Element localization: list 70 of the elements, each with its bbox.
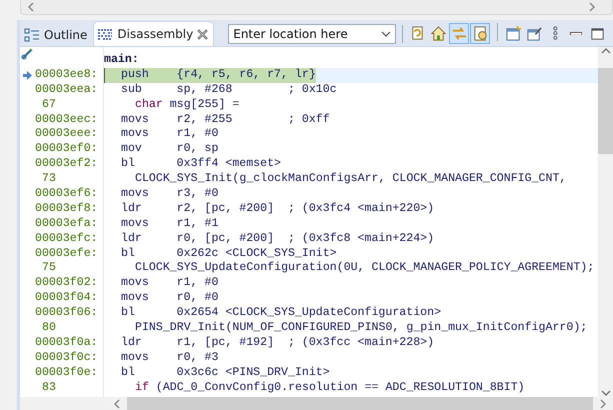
link-icon xyxy=(21,48,33,60)
tab[interactable]: Outline xyxy=(20,22,94,46)
scroll-left-icon[interactable] xyxy=(27,2,35,12)
line-number: 67 xyxy=(41,98,57,113)
outline-icon xyxy=(24,26,40,42)
caret-icon xyxy=(381,31,392,37)
instruction: mov r0, sp xyxy=(120,142,218,158)
scroll-right-icon[interactable] xyxy=(599,398,607,408)
instruction: bl 0x3ff4 <memset> xyxy=(120,157,282,172)
instruction: movs r3, #0 xyxy=(120,187,218,202)
instruction: movs r2, #255 ; 0xff xyxy=(120,112,330,128)
source-line: CLOCK_SYS_UpdateConfiguration(0U, CLOCK_MANAGER_POLICY_AGREEMENT); xyxy=(134,261,594,274)
window-icon xyxy=(504,25,522,42)
instruction: movs r0, #0 xyxy=(120,291,218,306)
scroll-left-icon[interactable] xyxy=(113,398,121,408)
instruction: movs r1, #1 xyxy=(120,216,218,232)
tab[interactable]: Disassembly xyxy=(93,21,214,46)
instruction: bl 0x3c6c <PINS_DRV_Init> xyxy=(120,366,330,381)
arrows-icon xyxy=(450,25,468,42)
address: 00003efc: xyxy=(34,232,99,247)
scroll-thumb[interactable] xyxy=(598,68,613,154)
instruction: movs r0, #3 xyxy=(120,350,218,366)
scroll-bar[interactable] xyxy=(20,0,613,15)
instruction: push {r4, r5, r6, r7, lr} xyxy=(104,68,316,83)
scroll-up-icon[interactable] xyxy=(600,47,610,55)
instruction: movs r1, #0 xyxy=(120,276,218,292)
home-icon xyxy=(430,25,447,42)
instruction: bl 0x262c <CLOCK_SYS_Init> xyxy=(120,246,337,262)
vertical-scroll-bar[interactable] xyxy=(598,47,613,397)
scroll-down-icon[interactable] xyxy=(600,389,610,397)
line-number: 75 xyxy=(41,261,57,276)
document-icon xyxy=(472,25,489,42)
address: 00003eea: xyxy=(34,82,99,98)
line-number: 73 xyxy=(41,172,57,188)
function-label: main: xyxy=(104,53,139,66)
source-line: if (ADC_0_ConvConfig0.resolution == ADC_RESOLUTION_8BIT) xyxy=(134,380,525,394)
address: 00003f0c: xyxy=(34,350,99,366)
pin-window-icon xyxy=(526,25,543,42)
source-line: char msg[255] = xyxy=(134,98,240,111)
address: 00003eee: xyxy=(34,127,99,142)
address: 00003f0a: xyxy=(34,336,99,351)
address: 00003ef8: xyxy=(34,202,99,217)
location-combo[interactable]: Enter location here xyxy=(228,24,396,44)
scroll-right-icon[interactable] xyxy=(588,2,596,12)
line-number: 83 xyxy=(41,380,57,396)
address: 00003efe: xyxy=(34,246,99,262)
address: 00003ee8: xyxy=(34,68,99,83)
source-line: PINS_DRV_Init(NUM_OF_CONFIGURED_PINS0, g_pin_mux_InitConfigArr0); xyxy=(134,321,588,334)
address: 00003f02: xyxy=(34,276,99,292)
address: 00003ef0: xyxy=(34,142,99,158)
instruction: movs r1, #0 xyxy=(120,127,218,142)
address: 00003f0e: xyxy=(34,366,99,381)
address: 00003f06: xyxy=(34,306,99,322)
address: 00003eec: xyxy=(34,112,99,128)
minimize-icon xyxy=(570,32,582,36)
address: 00003ef2: xyxy=(34,157,99,172)
toolbar-button[interactable] xyxy=(470,23,490,44)
address: 00003efa: xyxy=(34,216,99,232)
disassembly-icon xyxy=(97,28,114,40)
more-icon xyxy=(552,26,558,41)
address: 00003f04: xyxy=(34,291,99,306)
line-number: 80 xyxy=(41,321,57,336)
source-line: CLOCK_SYS_Init(g_clockManConfigsArr, CLOCK_MANAGER_CONFIG_CNT, xyxy=(134,172,566,186)
instruction: ldr r1, [pc, #192] ; (0x3fcc <main+228>) xyxy=(120,336,434,351)
instruction: ldr r0, [pc, #200] ; (0x3fc8 <main+224>) xyxy=(120,232,434,247)
address: 00003ef6: xyxy=(34,187,99,202)
close-icon[interactable] xyxy=(197,28,208,40)
instruction: ldr r2, [pc, #200] ; (0x3fc4 <main+220>) xyxy=(120,202,434,217)
instruction: bl 0x2654 <CLOCK_SYS_UpdateConfiguration> xyxy=(120,306,442,322)
instruction: sub sp, #268 ; 0x10c xyxy=(120,82,337,98)
